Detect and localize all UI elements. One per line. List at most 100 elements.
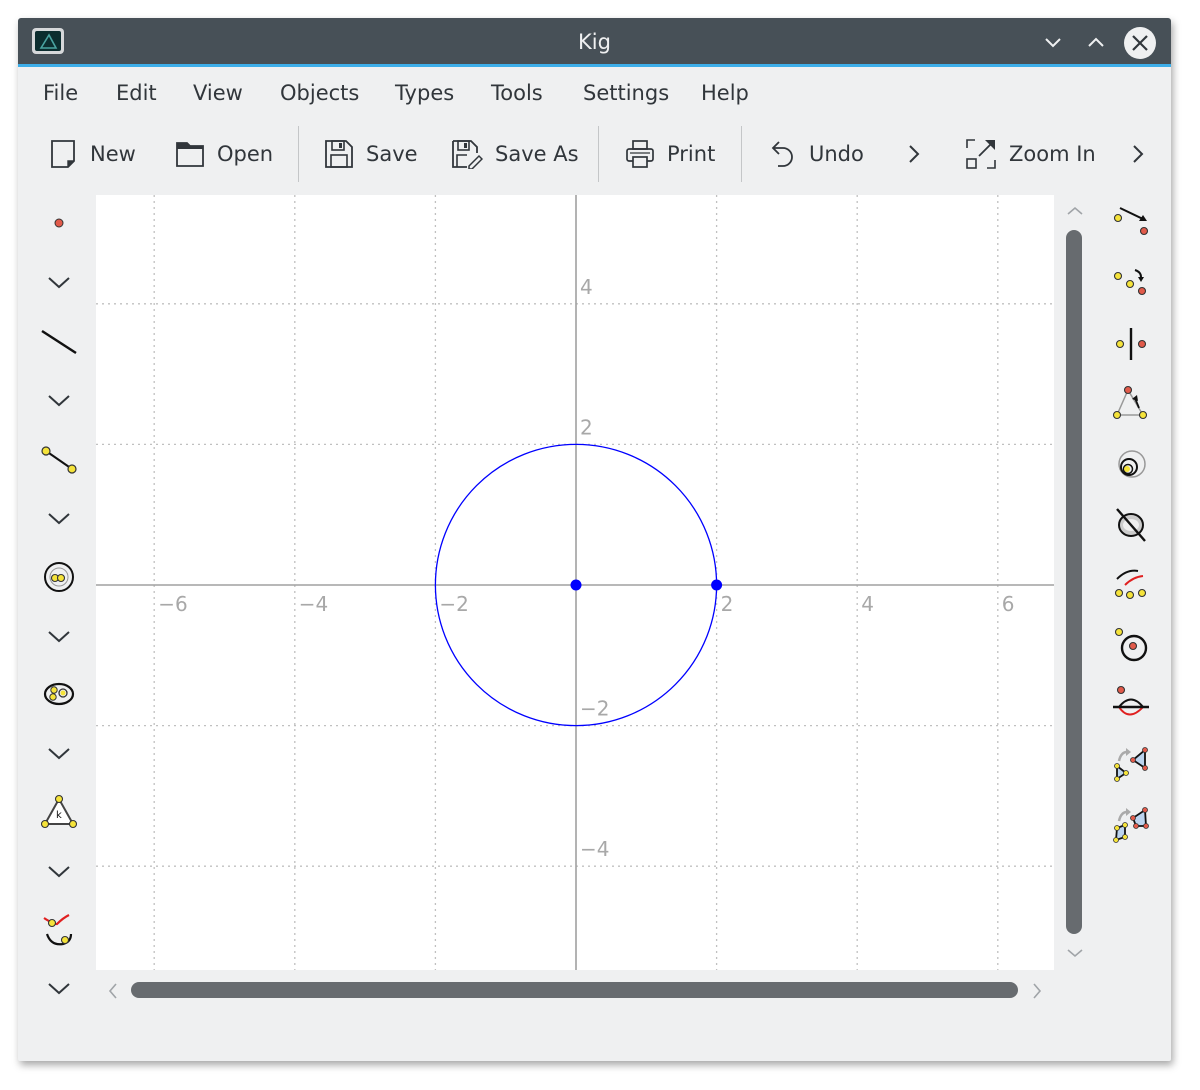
menu-tools[interactable]: Tools xyxy=(491,81,543,105)
main-toolbar: New Open Save Save As Print Undo Zoom In xyxy=(18,122,1171,186)
similitude-tool-button[interactable] xyxy=(1106,679,1156,729)
curve-tool-button[interactable] xyxy=(34,908,84,952)
menu-file[interactable]: File xyxy=(43,81,78,105)
curve-tool-menu[interactable] xyxy=(34,967,84,1011)
chevron-down-icon xyxy=(48,983,70,995)
menu-types[interactable]: Types xyxy=(395,81,454,105)
chevron-down-icon xyxy=(48,866,70,878)
geometry-plot: −6 −4 −2 2 4 6 4 2 −2 −4 xyxy=(96,195,1054,970)
transform-quadrilateral-tool-button[interactable] xyxy=(1106,799,1156,849)
print-button[interactable]: Print xyxy=(625,122,715,186)
menu-edit[interactable]: Edit xyxy=(116,81,157,105)
zoom-in-icon xyxy=(966,139,996,169)
line-icon xyxy=(41,329,77,355)
print-icon xyxy=(626,140,654,168)
toolbar-overflow-button-2[interactable] xyxy=(1128,122,1148,186)
vertical-scrollbar-thumb[interactable] xyxy=(1066,230,1082,934)
arc-tool-button[interactable] xyxy=(1106,559,1156,609)
chevron-down-icon xyxy=(48,395,70,407)
new-button[interactable]: New xyxy=(50,122,136,186)
maximize-button[interactable] xyxy=(1081,28,1111,58)
zoom-in-button[interactable]: Zoom In xyxy=(965,122,1096,186)
y-tick-label: −2 xyxy=(580,697,609,721)
toolbar-separator xyxy=(298,126,299,182)
x-tick-label: 4 xyxy=(861,592,874,616)
new-document-icon xyxy=(51,140,75,168)
menu-settings[interactable]: Settings xyxy=(583,81,669,105)
circle-point-tool-button[interactable] xyxy=(1106,619,1156,669)
transform-triangle-tool-button[interactable] xyxy=(1106,739,1156,789)
undo-button[interactable]: Undo xyxy=(769,122,864,186)
menu-objects[interactable]: Objects xyxy=(280,81,359,105)
save-as-icon xyxy=(452,140,483,169)
chevron-right-icon xyxy=(1133,145,1144,163)
scroll-left-arrow[interactable] xyxy=(106,981,120,1001)
menu-view[interactable]: View xyxy=(193,81,243,105)
point-tool-button[interactable] xyxy=(34,201,84,245)
window-title: Kig xyxy=(578,30,611,54)
circle-point[interactable] xyxy=(711,579,723,591)
x-tick-label: 6 xyxy=(1002,592,1015,616)
circle-center-point-icon xyxy=(1114,627,1148,662)
open-button[interactable]: Open xyxy=(175,122,273,186)
toolbar-separator xyxy=(598,126,599,182)
toolbar-overflow-button-1[interactable] xyxy=(904,122,924,186)
center-point[interactable] xyxy=(570,579,582,591)
homothety-icon xyxy=(1118,450,1146,478)
mirror-tool-button[interactable] xyxy=(1106,319,1156,369)
triangle-rotate-icon xyxy=(1112,385,1148,420)
title-bar[interactable]: Kig xyxy=(18,18,1171,67)
homothety-tool-button[interactable] xyxy=(1106,439,1156,489)
close-button[interactable] xyxy=(1123,26,1157,60)
conic-line-intersection-icon xyxy=(1113,685,1149,716)
toolbar-separator xyxy=(741,126,742,182)
save-label: Save xyxy=(366,142,418,166)
chevron-down-icon xyxy=(48,748,70,760)
circle-tool-menu[interactable] xyxy=(34,615,84,659)
translate-tool-button[interactable] xyxy=(1106,199,1156,249)
menu-help[interactable]: Help xyxy=(701,81,749,105)
move-triangle-tool-button[interactable] xyxy=(1106,379,1156,429)
x-tick-label: −2 xyxy=(439,592,468,616)
inversion-tool-button[interactable] xyxy=(1106,499,1156,549)
y-tick-label: 4 xyxy=(580,275,593,299)
save-icon xyxy=(325,140,353,168)
conic-icon xyxy=(43,682,75,706)
mirror-icon xyxy=(1115,328,1147,360)
conic-tool-button[interactable] xyxy=(34,672,84,716)
conic-tool-menu[interactable] xyxy=(34,732,84,776)
title-accent-line xyxy=(18,64,1171,67)
chevron-down-icon xyxy=(48,631,70,643)
menu-bar: File Edit View Objects Types Tools Setti… xyxy=(18,73,1171,117)
circle-tool-button[interactable] xyxy=(34,555,84,599)
scroll-right-arrow[interactable] xyxy=(1030,981,1044,1001)
point-icon xyxy=(54,218,64,228)
polygon-tool-button[interactable]: k xyxy=(34,790,84,834)
x-tick-label: −6 xyxy=(158,592,187,616)
save-as-label: Save As xyxy=(495,142,579,166)
circle-by-center-icon xyxy=(44,562,74,592)
arc-by-three-points-icon xyxy=(1114,569,1147,600)
chevron-down-icon xyxy=(1045,38,1061,48)
segment-tool-button[interactable] xyxy=(34,438,84,482)
horizontal-scrollbar-thumb[interactable] xyxy=(131,982,1018,998)
save-button[interactable]: Save xyxy=(324,122,418,186)
scroll-up-arrow[interactable] xyxy=(1065,204,1085,218)
close-icon xyxy=(1124,27,1156,59)
zoom-in-label: Zoom In xyxy=(1009,142,1096,166)
chevron-up-icon xyxy=(1088,37,1104,47)
minimize-button[interactable] xyxy=(1038,28,1068,58)
line-tool-button[interactable] xyxy=(34,320,84,364)
scroll-down-arrow[interactable] xyxy=(1065,946,1085,960)
polygon-tool-menu[interactable] xyxy=(34,850,84,894)
point-tool-menu[interactable] xyxy=(34,261,84,305)
inversion-icon xyxy=(1116,508,1146,542)
line-tool-menu[interactable] xyxy=(34,379,84,423)
rotate-tool-button[interactable] xyxy=(1106,259,1156,309)
svg-text:k: k xyxy=(56,810,62,821)
tick-labels: −6 −4 −2 2 4 6 4 2 −2 −4 xyxy=(158,275,1014,861)
geometry-canvas[interactable]: −6 −4 −2 2 4 6 4 2 −2 −4 xyxy=(96,195,1054,970)
segment-tool-menu[interactable] xyxy=(34,497,84,541)
save-as-button[interactable]: Save As xyxy=(451,122,579,186)
print-label: Print xyxy=(667,142,716,166)
